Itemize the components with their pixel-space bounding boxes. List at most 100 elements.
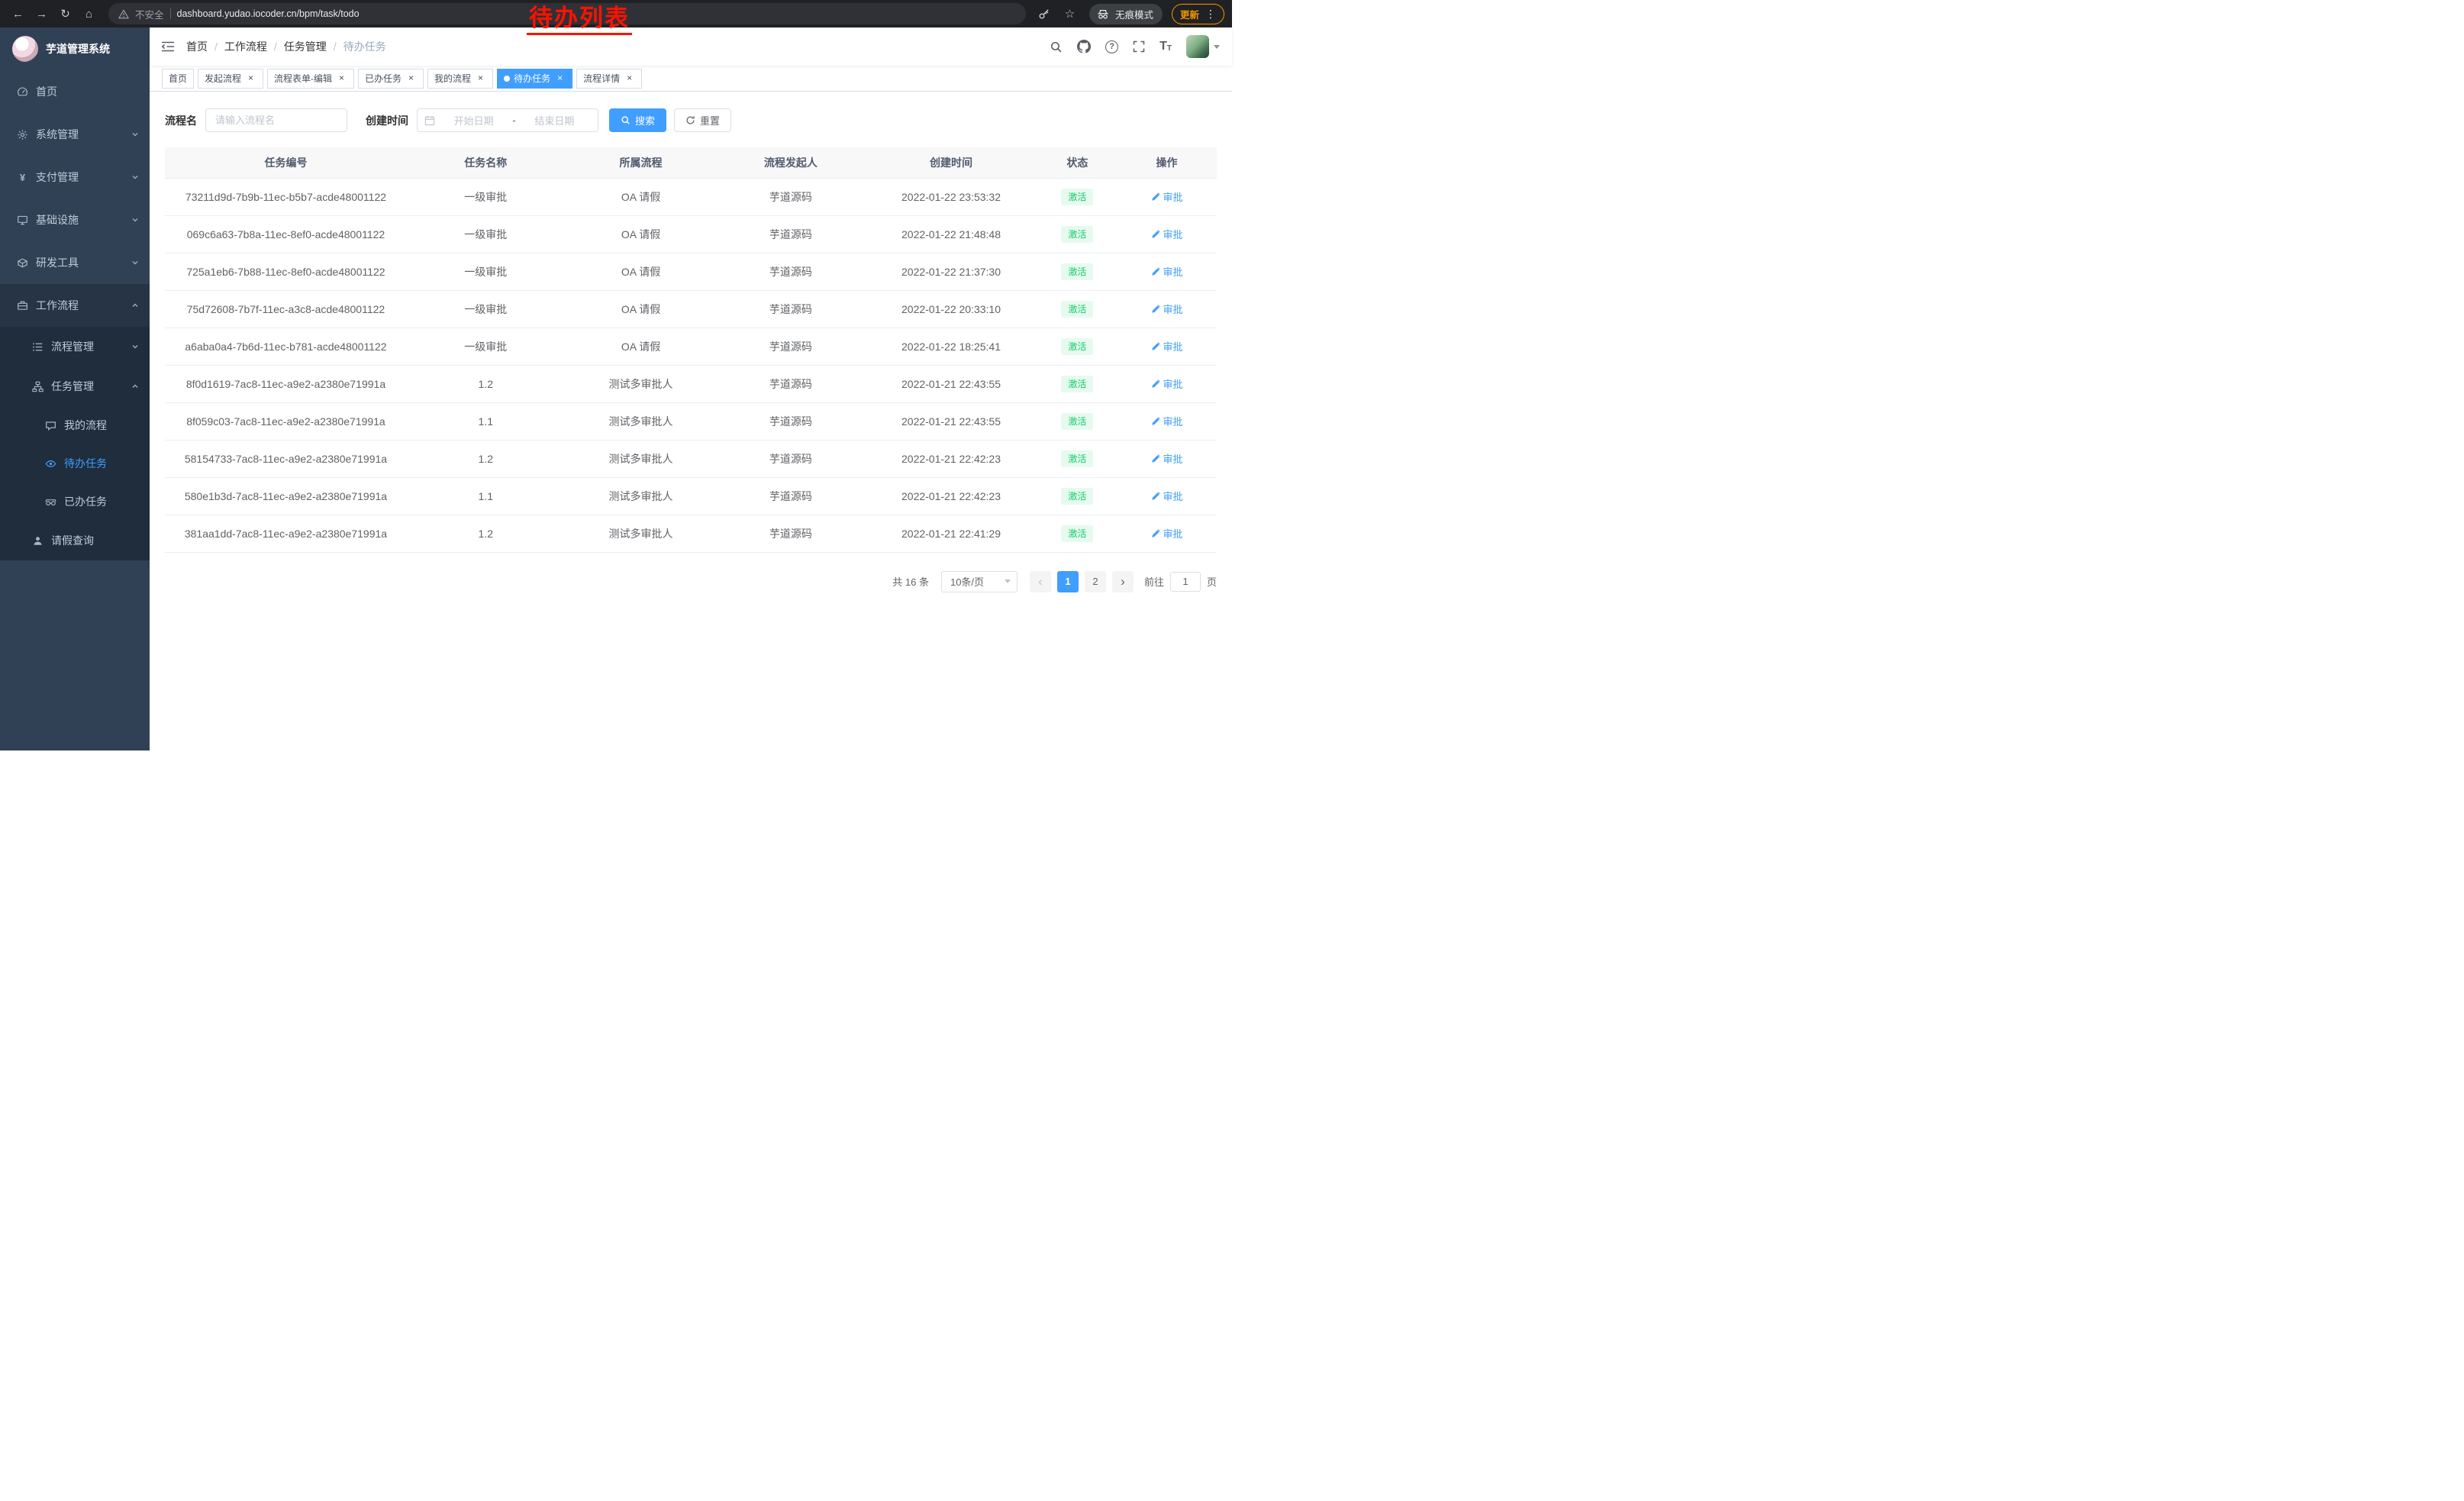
close-icon[interactable]: × xyxy=(405,73,417,84)
sidebar-item-home[interactable]: 首页 xyxy=(0,70,150,113)
cell-status: 激活 xyxy=(1038,515,1117,552)
approve-link[interactable]: 审批 xyxy=(1151,189,1183,204)
cell-status: 激活 xyxy=(1038,253,1117,290)
update-button[interactable]: 更新 ⋮ xyxy=(1172,4,1224,24)
app-title: 芋道管理系统 xyxy=(46,41,110,56)
tab-done-tasks[interactable]: 已办任务 × xyxy=(358,69,424,89)
cell-status: 激活 xyxy=(1038,215,1117,253)
todo-task-table: 任务编号任务名称所属流程流程发起人创建时间状态操作 73211d9d-7b9b-… xyxy=(165,147,1217,553)
help-icon[interactable] xyxy=(1105,40,1118,53)
search-icon[interactable] xyxy=(1050,40,1063,53)
close-icon[interactable]: × xyxy=(475,73,486,84)
refresh-icon xyxy=(685,115,695,125)
hamburger-icon[interactable] xyxy=(150,40,186,53)
cell-task-id: 8f059c03-7ac8-11ec-a9e2-a2380e71991a xyxy=(165,402,407,440)
tab-my-processes[interactable]: 我的流程 × xyxy=(427,69,493,89)
fullscreen-icon[interactable] xyxy=(1133,40,1145,53)
tab-process-detail[interactable]: 流程详情 × xyxy=(576,69,642,89)
approve-link[interactable]: 审批 xyxy=(1151,451,1183,466)
sidebar-item-label: 我的流程 xyxy=(64,418,139,433)
sidebar-item-dev-tools[interactable]: 研发工具 xyxy=(0,241,150,284)
tab-todo-tasks[interactable]: 待办任务 × xyxy=(497,69,572,89)
close-icon[interactable]: × xyxy=(336,73,347,84)
update-label: 更新 xyxy=(1180,7,1199,21)
sidebar-item-leave-query[interactable]: 请假查询 xyxy=(0,521,150,560)
chevron-down-icon xyxy=(131,216,139,224)
page-size-select[interactable]: 10条/页 xyxy=(941,571,1018,592)
sidebar-item-todo-tasks[interactable]: 待办任务 xyxy=(0,444,150,483)
approve-link[interactable]: 审批 xyxy=(1151,227,1183,241)
cell-task-name: 1.2 xyxy=(407,365,565,402)
hierarchy-icon xyxy=(31,381,44,392)
approve-link[interactable]: 审批 xyxy=(1151,302,1183,316)
approve-link[interactable]: 审批 xyxy=(1151,414,1183,428)
cell-process: 测试多审批人 xyxy=(565,440,718,477)
reset-button[interactable]: 重置 xyxy=(674,108,731,132)
tab-process-form-edit[interactable]: 流程表单-编辑 × xyxy=(267,69,354,89)
sidebar-item-done-tasks[interactable]: 已办任务 xyxy=(0,483,150,521)
pagination: 共 16 条 10条/页 1 2 前往 页 xyxy=(150,553,1232,592)
table-row: 8f0d1619-7ac8-11ec-a9e2-a2380e71991a 1.2… xyxy=(165,365,1217,402)
cell-starter: 芋道源码 xyxy=(717,290,864,328)
breadcrumb-home[interactable]: 首页 xyxy=(186,39,208,54)
approve-link[interactable]: 审批 xyxy=(1151,376,1183,391)
breadcrumb-task-management[interactable]: 任务管理 xyxy=(284,39,327,54)
status-badge: 激活 xyxy=(1061,376,1093,392)
edit-icon xyxy=(1151,342,1160,351)
breadcrumb-separator: / xyxy=(214,40,218,53)
sidebar-item-label: 系统管理 xyxy=(36,127,124,142)
star-icon[interactable]: ☆ xyxy=(1059,4,1080,24)
approve-label: 审批 xyxy=(1163,264,1183,279)
forward-icon[interactable]: → xyxy=(31,4,52,24)
home-icon[interactable]: ⌂ xyxy=(79,4,99,24)
gear-icon xyxy=(15,129,29,140)
sidebar-item-system-management[interactable]: 系统管理 xyxy=(0,113,150,156)
avatar[interactable] xyxy=(1186,35,1209,58)
user-menu[interactable] xyxy=(1186,35,1220,58)
edit-icon xyxy=(1151,492,1160,501)
approve-link[interactable]: 审批 xyxy=(1151,489,1183,503)
status-badge: 激活 xyxy=(1061,488,1093,505)
browser-menu-icon[interactable]: ⋮ xyxy=(1205,8,1216,21)
page-button-1[interactable]: 1 xyxy=(1057,571,1079,592)
tab-home[interactable]: 首页 xyxy=(162,69,194,89)
top-navbar: 首页 / 工作流程 / 任务管理 / 待办任务 xyxy=(150,27,1232,66)
next-page-button[interactable] xyxy=(1112,571,1134,592)
approve-link[interactable]: 审批 xyxy=(1151,526,1183,541)
cell-created-time: 2022-01-22 20:33:10 xyxy=(864,290,1037,328)
cell-process: 测试多审批人 xyxy=(565,365,718,402)
sidebar-item-label: 待办任务 xyxy=(64,456,139,471)
font-size-icon[interactable] xyxy=(1159,40,1172,53)
approve-link[interactable]: 审批 xyxy=(1151,264,1183,279)
sidebar-item-workflow[interactable]: 工作流程 xyxy=(0,284,150,327)
cell-task-id: 8f0d1619-7ac8-11ec-a9e2-a2380e71991a xyxy=(165,365,407,402)
close-icon[interactable]: × xyxy=(554,73,566,84)
tab-label: 待办任务 xyxy=(514,72,550,85)
edit-icon xyxy=(1151,267,1160,276)
sidebar-item-infrastructure[interactable]: 基础设施 xyxy=(0,199,150,241)
breadcrumb-workflow[interactable]: 工作流程 xyxy=(224,39,267,54)
edit-icon xyxy=(1151,529,1160,538)
search-button[interactable]: 搜索 xyxy=(609,108,666,132)
github-icon[interactable] xyxy=(1077,40,1091,53)
date-range-picker[interactable]: 开始日期 - 结束日期 xyxy=(417,108,598,132)
close-icon[interactable]: × xyxy=(624,73,635,84)
sidebar-item-my-processes[interactable]: 我的流程 xyxy=(0,406,150,444)
sidebar-item-task-management[interactable]: 任务管理 xyxy=(0,366,150,406)
back-icon[interactable]: ← xyxy=(8,4,28,24)
sidebar-item-process-management[interactable]: 流程管理 xyxy=(0,327,150,366)
close-icon[interactable]: × xyxy=(245,73,256,84)
process-name-input[interactable] xyxy=(205,108,347,132)
date-separator: - xyxy=(512,115,515,126)
prev-page-button[interactable] xyxy=(1030,571,1051,592)
cell-task-id: a6aba0a4-7b6d-11ec-b781-acde48001122 xyxy=(165,328,407,365)
goto-page-input[interactable] xyxy=(1170,572,1201,592)
key-icon[interactable] xyxy=(1038,8,1050,20)
approve-link[interactable]: 审批 xyxy=(1151,339,1183,353)
sidebar-item-payment-management[interactable]: ¥ 支付管理 xyxy=(0,156,150,199)
cell-task-id: 75d72608-7b7f-11ec-a3c8-acde48001122 xyxy=(165,290,407,328)
reset-button-label: 重置 xyxy=(700,113,720,128)
tab-start-process[interactable]: 发起流程 × xyxy=(198,69,263,89)
reload-icon[interactable]: ↻ xyxy=(55,4,76,24)
page-button-2[interactable]: 2 xyxy=(1085,571,1106,592)
